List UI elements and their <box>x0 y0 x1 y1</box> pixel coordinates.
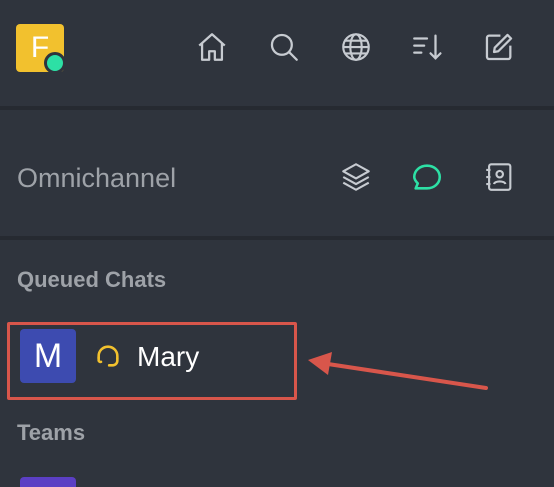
avatar[interactable] <box>20 477 76 487</box>
header-divider <box>0 106 554 110</box>
teams-label: Teams <box>17 420 86 445</box>
layers-icon[interactable] <box>339 160 373 194</box>
sidebar-header: F <box>0 0 554 106</box>
edit-icon[interactable] <box>482 30 516 64</box>
online-status-indicator <box>44 52 66 74</box>
omnichannel-divider <box>0 236 554 240</box>
annotation-arrow <box>308 352 488 390</box>
annotation-highlight-box <box>7 322 297 400</box>
globe-icon[interactable] <box>339 30 373 64</box>
queued-chats-label: Queued Chats <box>17 267 167 292</box>
chat-icon[interactable] <box>410 160 444 194</box>
contact-book-icon[interactable] <box>482 160 516 194</box>
search-icon[interactable] <box>267 30 301 64</box>
sort-icon[interactable] <box>410 30 444 64</box>
omnichannel-title: Omnichannel <box>17 163 177 193</box>
home-icon[interactable] <box>195 30 229 64</box>
